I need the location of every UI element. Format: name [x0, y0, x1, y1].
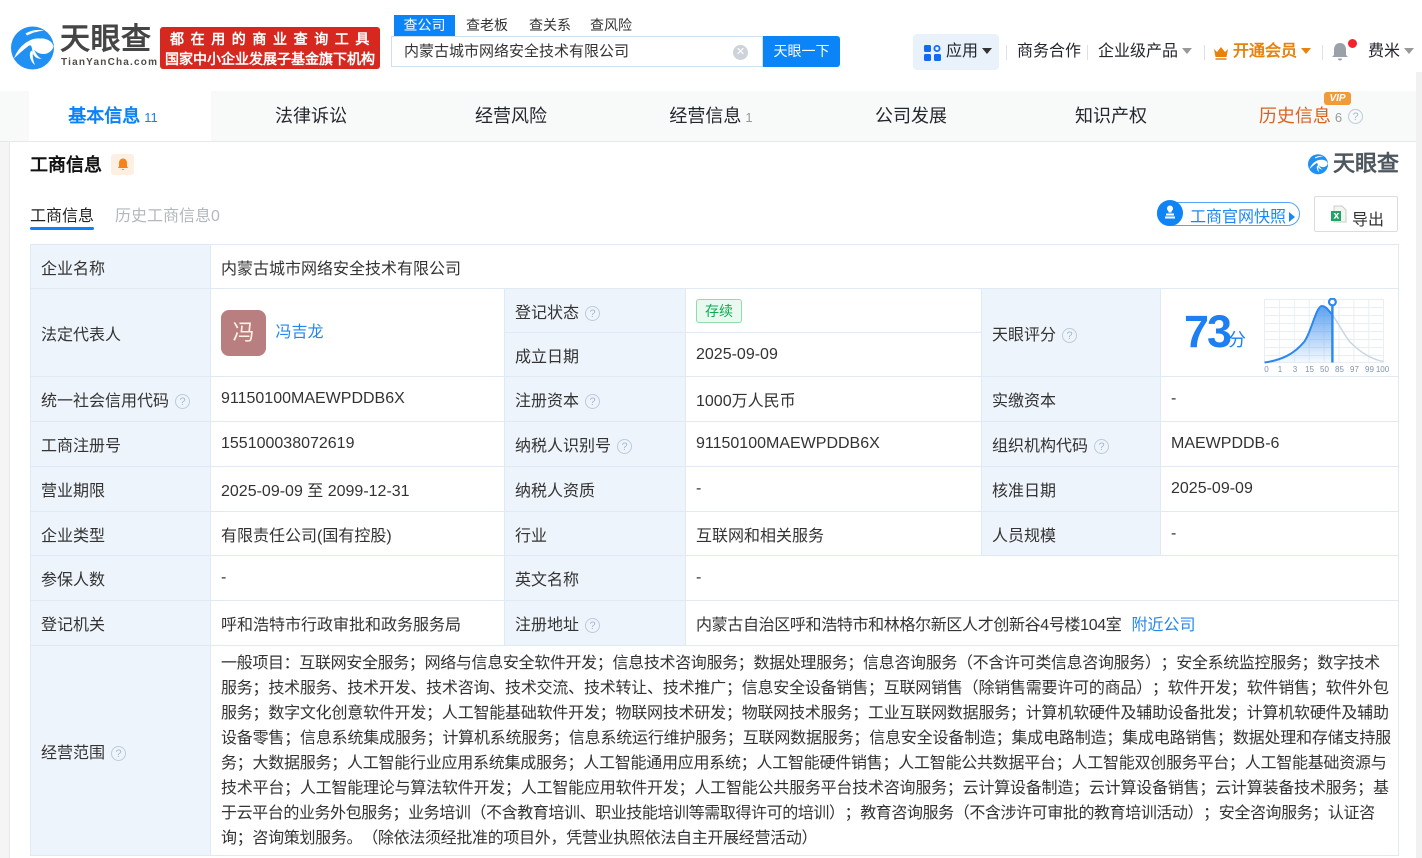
svg-text:100: 100: [1376, 365, 1389, 374]
svg-text:97: 97: [1350, 365, 1359, 374]
svg-text:50: 50: [1320, 365, 1329, 374]
svg-text:1: 1: [1278, 365, 1283, 374]
svg-text:0: 0: [1264, 365, 1269, 374]
svg-text:3: 3: [1293, 365, 1298, 374]
svg-text:99: 99: [1365, 365, 1374, 374]
svg-text:85: 85: [1335, 365, 1344, 374]
svg-text:15: 15: [1305, 365, 1314, 374]
